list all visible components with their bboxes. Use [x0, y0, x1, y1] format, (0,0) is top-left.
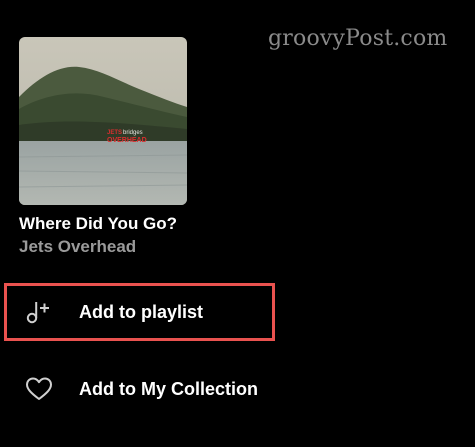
watermark: groovyPost.com — [268, 26, 448, 51]
album-cover[interactable]: bridges JETS OVERHEAD — [19, 37, 187, 205]
cover-subtitle: bridges — [123, 130, 143, 136]
track-title: Where Did You Go? — [19, 214, 178, 233]
heart-icon — [25, 374, 67, 404]
track-artist[interactable]: Jets Overhead — [19, 237, 136, 257]
cover-band-line2: OVERHEAD — [107, 137, 147, 144]
add-to-playlist-button[interactable]: Add to playlist — [4, 283, 275, 341]
add-to-playlist-label: Add to playlist — [79, 301, 204, 322]
add-to-collection-label: Add to My Collection — [79, 378, 258, 399]
add-to-playlist-icon — [25, 297, 67, 327]
add-to-collection-button[interactable]: Add to My Collection — [4, 360, 275, 418]
album-cover-image: bridges JETS OVERHEAD — [19, 37, 187, 205]
cover-band-line1: JETS — [107, 130, 122, 136]
